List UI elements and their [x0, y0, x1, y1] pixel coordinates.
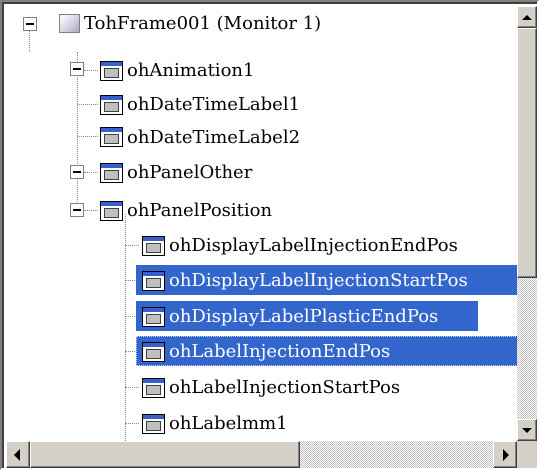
tree-line	[77, 104, 98, 105]
tree-line	[125, 245, 139, 246]
tree-node[interactable]: ohLabelInjectionStartPos	[167, 373, 402, 402]
control-component-icon	[142, 414, 165, 434]
control-component-icon	[100, 95, 123, 115]
tree-node[interactable]: ohAnimation1	[125, 56, 256, 85]
tree-line	[125, 214, 126, 441]
plus-expander-icon[interactable]	[70, 62, 84, 76]
tree-node[interactable]: ohDisplayLabelInjectionEndPos	[167, 231, 460, 260]
tree-line	[125, 387, 139, 388]
tree-node-root[interactable]: TohFrame001 (Monitor 1)	[82, 9, 323, 38]
tree-line	[84, 172, 98, 173]
tree-line	[77, 136, 98, 137]
arrow-left-icon	[14, 449, 20, 461]
scrollbar-corner	[517, 441, 537, 468]
frame-window-icon	[59, 14, 80, 33]
control-component-icon	[142, 307, 165, 327]
component-tree-view[interactable]: TohFrame001 (Monitor 1) ohAnimation1 ohD…	[0, 0, 539, 470]
control-component-icon	[142, 236, 165, 256]
scroll-right-button[interactable]	[493, 441, 517, 468]
tree-content: TohFrame001 (Monitor 1) ohAnimation1 ohD…	[6, 6, 517, 441]
tree-line	[84, 70, 98, 71]
tree-line	[125, 423, 139, 424]
vertical-scrollbar[interactable]	[517, 6, 537, 441]
minus-expander-icon[interactable]	[70, 203, 84, 217]
tree-node[interactable]: ohDateTimeLabel2	[125, 123, 302, 152]
scroll-left-button[interactable]	[6, 441, 30, 468]
scroll-up-button[interactable]	[517, 6, 537, 28]
tree-node-selected[interactable]: ohDisplayLabelInjectionStartPos	[167, 266, 470, 295]
tree-node[interactable]: ohLabelmm1	[167, 409, 290, 438]
minus-expander-icon[interactable]	[23, 17, 37, 31]
control-component-icon	[100, 127, 123, 147]
plus-expander-icon[interactable]	[70, 165, 84, 179]
scroll-down-button[interactable]	[517, 419, 537, 441]
tree-node[interactable]: ohPanelPosition	[125, 196, 274, 225]
tree-node-selected[interactable]: ohDisplayLabelPlasticEndPos	[167, 302, 440, 331]
control-component-icon	[100, 163, 123, 183]
control-component-icon	[100, 201, 123, 221]
horizontal-scroll-thumb[interactable]	[30, 441, 300, 468]
control-component-icon	[142, 342, 165, 362]
arrow-right-icon	[503, 449, 509, 461]
horizontal-scrollbar[interactable]	[6, 441, 517, 468]
tree-node[interactable]: ohPanelOther	[125, 158, 254, 187]
arrow-up-icon	[522, 15, 532, 20]
control-component-icon	[100, 61, 123, 81]
control-component-icon	[142, 378, 165, 398]
tree-node-selected[interactable]: ohLabelInjectionEndPos	[167, 337, 392, 366]
tree-line	[84, 210, 98, 211]
arrow-down-icon	[522, 428, 532, 433]
tree-line	[29, 28, 30, 52]
control-component-icon	[142, 271, 165, 291]
tree-node[interactable]: ohDateTimeLabel1	[125, 90, 302, 119]
vertical-scroll-thumb[interactable]	[517, 28, 537, 278]
